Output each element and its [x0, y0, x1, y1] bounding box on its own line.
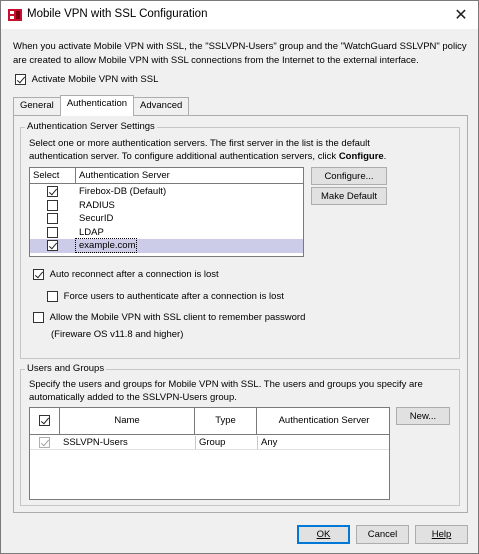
server-name: example.com — [75, 238, 137, 253]
table-row[interactable]: SecurID — [30, 212, 303, 226]
auto-reconnect-row[interactable]: Auto reconnect after a connection is los… — [33, 269, 219, 280]
remember-password-checkbox[interactable] — [33, 312, 44, 323]
users-groups-table-header: Name Type Authentication Server — [30, 408, 389, 435]
table-row-selected[interactable]: example.com — [30, 238, 303, 253]
server-name: LDAP — [79, 226, 104, 238]
tab-strip: General Authentication Advanced — [13, 95, 190, 116]
watchguard-app-icon — [8, 8, 22, 22]
tab-authentication[interactable]: Authentication — [59, 95, 135, 116]
col-auth-server[interactable]: Authentication Server — [257, 408, 389, 435]
auto-reconnect-label: Auto reconnect after a connection is los… — [49, 269, 219, 280]
activate-checkbox[interactable] — [15, 74, 26, 85]
window-title: Mobile VPN with SSL Configuration — [27, 8, 208, 20]
users-groups-table[interactable]: Name Type Authentication Server SSLVPN-U… — [29, 407, 390, 500]
auth-server-description-text: authentication server. To configure addi… — [29, 151, 337, 162]
auth-server-description-line2: authentication server. To configure addi… — [29, 151, 386, 162]
col-name[interactable]: Name — [60, 408, 195, 435]
row-select-checkbox[interactable] — [47, 213, 58, 224]
server-name: Firebox-DB (Default) — [79, 186, 167, 197]
table-row[interactable]: SSLVPN-Users Group Any — [30, 436, 389, 450]
help-button[interactable]: Help — [415, 525, 468, 544]
ok-button[interactable]: OK — [297, 525, 350, 544]
remember-password-row[interactable]: Allow the Mobile VPN with SSL client to … — [33, 312, 305, 323]
table-row[interactable]: RADIUS — [30, 199, 303, 213]
user-group-type: Group — [195, 436, 225, 449]
tab-advanced[interactable]: Advanced — [133, 97, 190, 115]
remember-password-note: (Fireware OS v11.8 and higher) — [51, 329, 184, 340]
server-name: RADIUS — [79, 199, 115, 211]
row-select-checkbox[interactable] — [47, 240, 58, 251]
row-select-checkbox[interactable] — [39, 437, 50, 448]
server-name: SecurID — [79, 213, 114, 224]
col-select-all[interactable] — [30, 408, 60, 435]
activate-label: Activate Mobile VPN with SSL — [31, 74, 159, 85]
auth-server-table[interactable]: Select Authentication Server Firebox-DB … — [29, 167, 304, 257]
make-default-button[interactable]: Make Default — [311, 187, 387, 205]
force-auth-label: Force users to authenticate after a conn… — [63, 291, 284, 302]
users-groups-description-line1: Specify the users and groups for Mobile … — [29, 379, 423, 390]
col-select[interactable]: Select — [30, 168, 76, 184]
tab-general[interactable]: General — [13, 97, 61, 115]
description-period: . — [383, 151, 387, 162]
table-row[interactable]: Firebox-DB (Default) — [30, 185, 303, 199]
select-all-checkbox[interactable] — [39, 415, 50, 426]
authentication-tab-panel: Authentication Server Settings Select on… — [13, 115, 468, 513]
configure-keyword: Configure — [338, 151, 384, 162]
col-authentication-server[interactable]: Authentication Server — [76, 168, 303, 184]
row-select-checkbox[interactable] — [47, 199, 58, 211]
user-group-auth-server: Any — [257, 436, 277, 449]
help-button-label: Help — [431, 529, 452, 540]
close-icon[interactable]: ✕ — [444, 1, 478, 29]
force-auth-checkbox[interactable] — [47, 291, 58, 302]
ok-button-label: OK — [316, 529, 331, 540]
auth-server-table-header: Select Authentication Server — [30, 168, 303, 184]
user-group-name: SSLVPN-Users — [63, 437, 128, 448]
table-row[interactable]: LDAP — [30, 226, 303, 240]
auto-reconnect-checkbox[interactable] — [33, 269, 44, 280]
cancel-button[interactable]: Cancel — [356, 525, 409, 544]
new-button[interactable]: New... — [396, 407, 450, 425]
force-auth-row[interactable]: Force users to authenticate after a conn… — [47, 291, 284, 302]
remember-password-label: Allow the Mobile VPN with SSL client to … — [49, 312, 306, 323]
activate-checkbox-row[interactable]: Activate Mobile VPN with SSL — [15, 74, 158, 85]
auth-server-settings-label: Authentication Server Settings — [25, 121, 157, 132]
auth-server-description-line1: Select one or more authentication server… — [29, 138, 370, 149]
users-groups-description-line2: automatically added to the SSLVPN-Users … — [29, 392, 237, 403]
title-bar[interactable]: Mobile VPN with SSL Configuration ✕ — [1, 1, 478, 29]
dialog-window: Mobile VPN with SSL Configuration ✕ When… — [0, 0, 479, 554]
col-type[interactable]: Type — [195, 408, 257, 435]
users-groups-label: Users and Groups — [25, 363, 107, 374]
row-select-checkbox[interactable] — [47, 186, 58, 197]
row-select-checkbox[interactable] — [47, 226, 58, 238]
configure-button[interactable]: Configure... — [311, 167, 387, 185]
intro-text: When you activate Mobile VPN with SSL, t… — [13, 41, 467, 66]
